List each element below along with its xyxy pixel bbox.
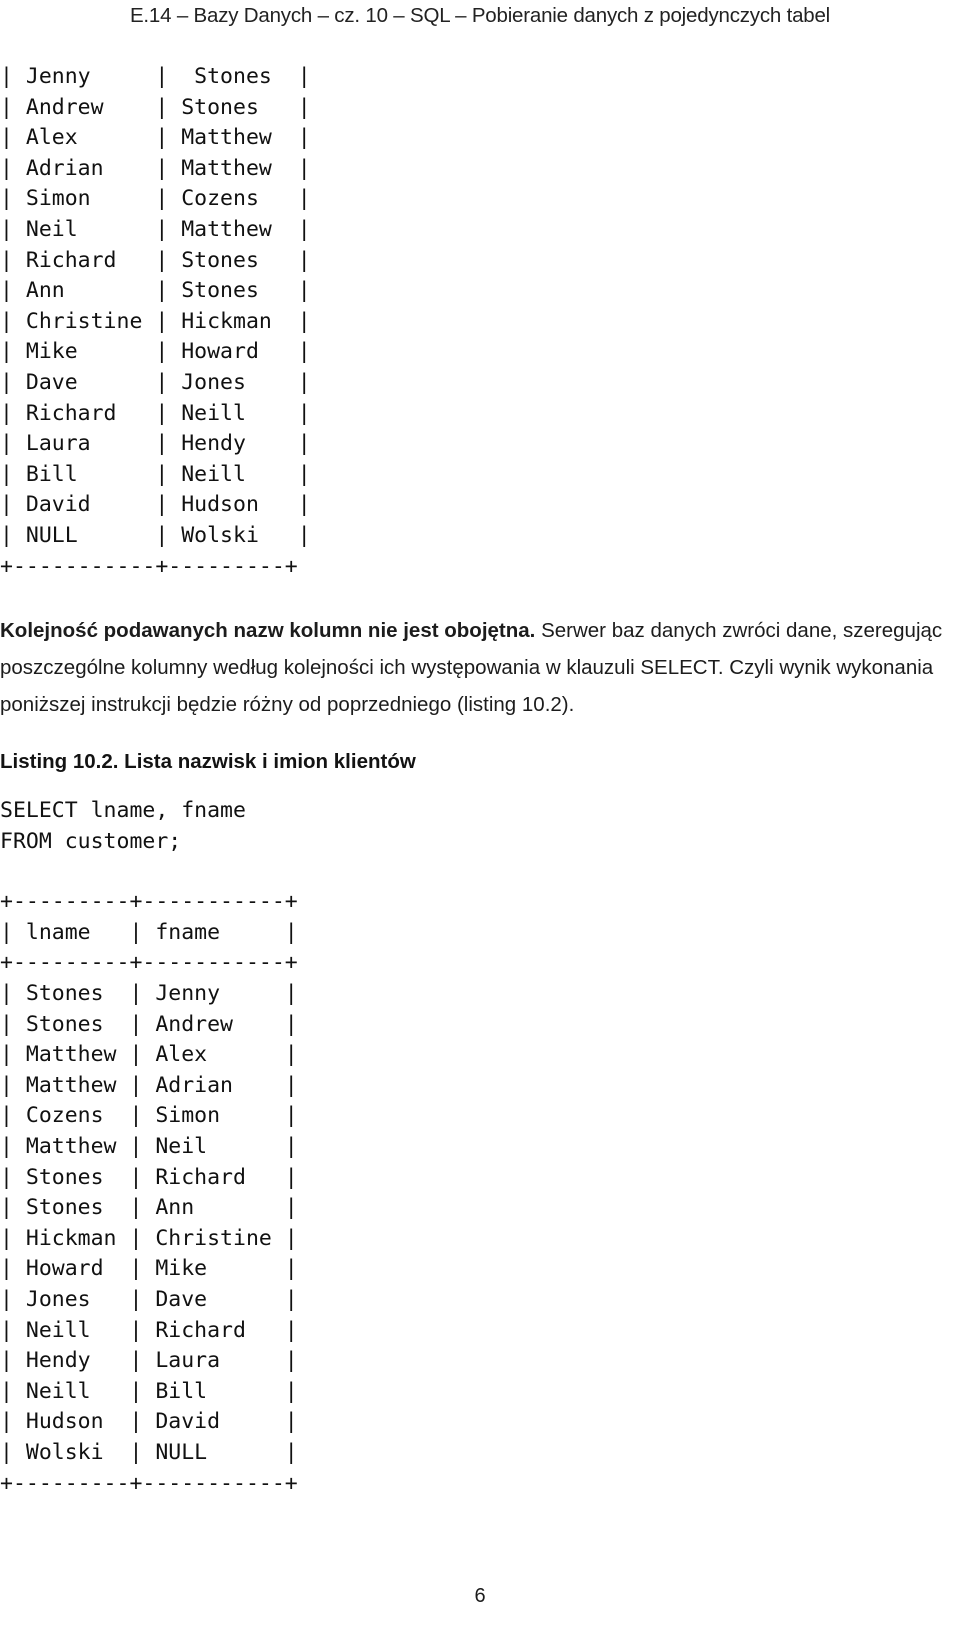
result-table-1: | Jenny | Stones | | Andrew | Stones | | A… bbox=[0, 62, 960, 582]
table-row: | Richard | Stones | bbox=[0, 247, 311, 273]
table-row: | Matthew | Adrian | bbox=[0, 1072, 298, 1098]
running-header: E.14 – Bazy Danych – cz. 10 – SQL – Pobi… bbox=[129, 4, 831, 27]
document-page: E.14 – Bazy Danych – cz. 10 – SQL – Pobi… bbox=[0, 0, 960, 1626]
table-header-row: | lname | fname | bbox=[0, 919, 298, 945]
table-row: | Stones | Jenny | bbox=[0, 981, 298, 1007]
table-row: | Neill | Richard | bbox=[0, 1317, 298, 1343]
table-row: | David | Hudson | bbox=[0, 492, 311, 518]
page-content: | Jenny | Stones | | Andrew | Stones | | A… bbox=[0, 62, 960, 1499]
table-row: | Wolski | NULL | bbox=[0, 1439, 298, 1465]
table-row: | Richard | Neill | bbox=[0, 400, 311, 426]
table-row: | Alex | Matthew | bbox=[0, 125, 311, 151]
table-row: | Dave | Jones | bbox=[0, 369, 311, 395]
table-row: | Stones | Richard | bbox=[0, 1164, 298, 1190]
table-border-top: +---------+-----------+ bbox=[0, 889, 298, 915]
table-row: | Mike | Howard | bbox=[0, 339, 311, 365]
table-row: | Simon | Cozens | bbox=[0, 186, 311, 212]
table-row: | Ann | Stones | bbox=[0, 278, 311, 304]
table-row: | Jones | Dave | bbox=[0, 1287, 298, 1312]
table-row: | Stones | Ann | bbox=[0, 1195, 298, 1221]
table-row: | Jenny | Stones | bbox=[0, 64, 311, 89]
table-row: | Bill | Neill | bbox=[0, 461, 311, 487]
table-row: | Christine | Hickman | bbox=[0, 308, 311, 334]
listing-caption: Listing 10.2. Lista nazwisk i imion klie… bbox=[0, 750, 416, 774]
table-row: | Cozens | Simon | bbox=[0, 1103, 298, 1129]
table-row: | Adrian | Matthew | bbox=[0, 155, 311, 181]
sql-code-block: SELECT lname, fname FROM customer; bbox=[0, 796, 960, 857]
table-row: | Hickman | Christine | bbox=[0, 1225, 298, 1251]
table-row: | Hudson | David | bbox=[0, 1409, 298, 1435]
table-row: | Matthew | Neil | bbox=[0, 1134, 298, 1160]
table-row: | Hendy | Laura | bbox=[0, 1348, 298, 1374]
page-number: 6 bbox=[474, 1585, 486, 1607]
table-row: | Laura | Hendy | bbox=[0, 431, 311, 457]
table-row: | Neill | Bill | bbox=[0, 1378, 298, 1404]
paragraph-bold-lead: Kolejność podawanych nazw kolumn nie jes… bbox=[0, 619, 536, 643]
table-border-bottom: +---------+-----------+ bbox=[0, 1470, 298, 1496]
table-row: | Howard | Mike | bbox=[0, 1256, 298, 1282]
table-row: | Stones | Andrew | bbox=[0, 1011, 298, 1037]
table-row: | Neil | Matthew | bbox=[0, 216, 311, 242]
table-row: | Matthew | Alex | bbox=[0, 1042, 298, 1068]
code-line: SELECT lname, fname bbox=[0, 798, 246, 824]
table-border-bottom: +-----------+---------+ bbox=[0, 553, 298, 579]
result-table-2: +---------+-----------+ | lname | fname |… bbox=[0, 887, 960, 1499]
body-paragraph: Kolejność podawanych nazw kolumn nie jes… bbox=[0, 612, 945, 723]
table-row: | Andrew | Stones | bbox=[0, 94, 311, 120]
code-line: FROM customer; bbox=[0, 828, 182, 854]
table-border-mid: +---------+-----------+ bbox=[0, 950, 298, 976]
table-row: | NULL | Wolski | bbox=[0, 522, 311, 548]
